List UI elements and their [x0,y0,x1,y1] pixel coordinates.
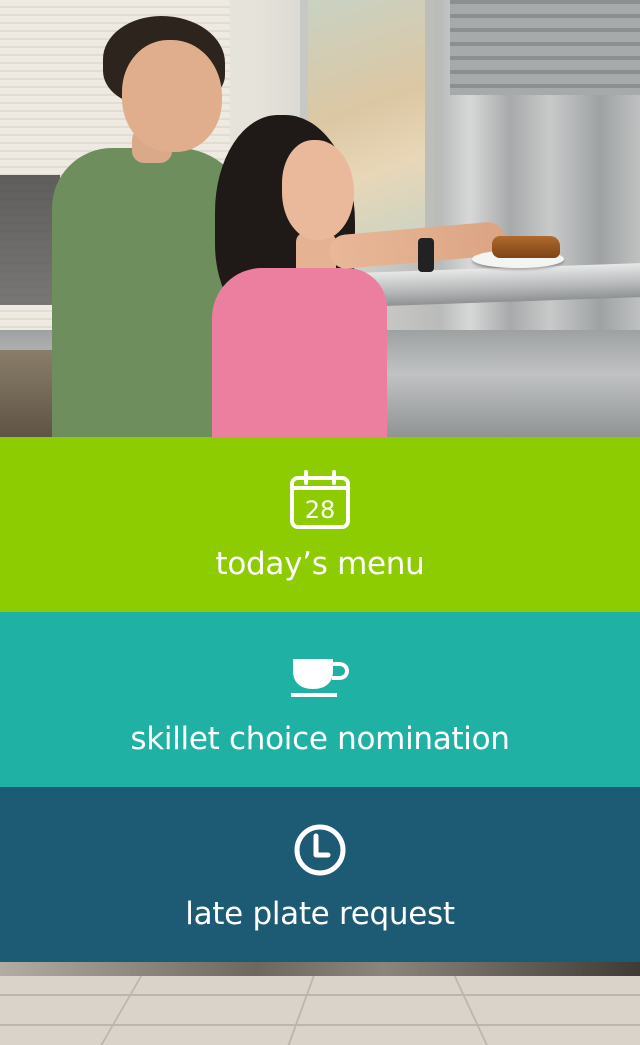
coffee-cup-icon [289,643,351,707]
student-girl [212,268,387,437]
food-display-shelf [0,175,60,305]
calendar-icon-day: 28 [305,496,336,524]
todays-menu-label: today’s menu [215,545,425,582]
floor-baseboard [0,962,640,976]
student-girl-face [282,140,354,240]
food-on-plate [492,236,560,258]
kitchen-hood [450,0,640,95]
hero-photo [0,0,640,437]
skillet-choice-nomination-label: skillet choice nomination [130,720,510,757]
floor-tile-seam [453,976,489,1045]
clock-icon [293,818,347,882]
late-plate-request-label: late plate request [185,895,455,932]
floor-tile-seam [0,1024,640,1026]
floor-tile-seam [0,994,640,996]
todays-menu-button[interactable]: 28 today’s menu [0,437,640,612]
student-boy-face [122,40,222,152]
late-plate-request-button[interactable]: late plate request [0,787,640,962]
floor-tile-seam [287,976,315,1045]
wrist-watch [418,238,434,272]
floor-photo [0,962,640,1045]
skillet-choice-nomination-button[interactable]: skillet choice nomination [0,612,640,787]
floor-tile-seam [99,976,143,1045]
calendar-icon: 28 [289,468,351,532]
